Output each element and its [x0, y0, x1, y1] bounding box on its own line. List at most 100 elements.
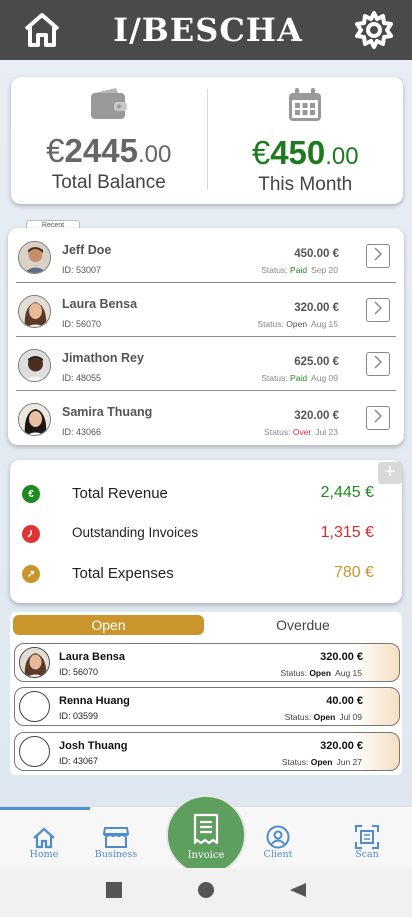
- invoice-tabs-panel: Open Overdue Laura Bensa ID: 56070 320.0…: [10, 612, 402, 775]
- user-circle-icon: [243, 819, 313, 849]
- chevron-right-icon: [373, 408, 383, 428]
- avatar: [18, 241, 51, 274]
- open-detail-button[interactable]: [366, 406, 390, 430]
- open-detail-button[interactable]: [366, 244, 390, 268]
- client-name: Samira Thuang: [62, 405, 153, 419]
- client-name: Renna Huang: [59, 695, 130, 707]
- avatar: [19, 736, 50, 767]
- invoice-amount: 320.00 €: [294, 302, 339, 314]
- client-name: Laura Bensa: [62, 297, 138, 311]
- client-id: ID: 53007: [62, 265, 102, 275]
- client-name: Jeff Doe: [62, 243, 112, 257]
- system-navigation-bar: [0, 868, 412, 917]
- list-item[interactable]: Samira Thuang ID: 43066 320.00 € Status:…: [16, 391, 396, 445]
- summary-row-expenses: ↗ Total Expenses 780 €: [22, 553, 394, 593]
- invoice-status: Status: Open Aug 15: [257, 319, 338, 329]
- total-balance: €2445.00 Total Balance: [11, 77, 207, 204]
- active-indicator: [0, 807, 90, 810]
- open-detail-button[interactable]: [366, 352, 390, 376]
- avatar: [19, 647, 50, 678]
- recents-icon[interactable]: [105, 881, 123, 904]
- scan-icon: [332, 819, 402, 849]
- receipt-icon: [192, 813, 222, 850]
- summary-value: 2,445 €: [320, 484, 374, 501]
- month-amount: €450.00: [251, 134, 359, 171]
- nav-scan-label: Scan: [355, 849, 379, 860]
- calendar-icon: [287, 87, 323, 128]
- home-icon[interactable]: [20, 8, 64, 52]
- chevron-right-icon: [373, 300, 383, 320]
- chevron-right-icon: [373, 246, 383, 266]
- summary-label: Outstanding Invoices: [72, 525, 199, 540]
- invoice-amount: 40.00 €: [326, 695, 363, 707]
- avatar: [18, 403, 51, 436]
- invoice-amount: 625.00 €: [294, 356, 339, 368]
- list-item[interactable]: Renna Huang ID: 03599 40.00 € Status: Op…: [14, 687, 400, 726]
- client-name: Josh Thuang: [59, 740, 128, 752]
- summary-card: + € Total Revenue 2,445 € Outstanding In…: [10, 460, 402, 603]
- invoice-status: Status: Paid Sep 20: [261, 265, 338, 275]
- gear-icon[interactable]: [352, 8, 396, 52]
- invoice-status: Status: Open Jul 09: [284, 712, 362, 722]
- nav-client[interactable]: Client: [243, 819, 313, 860]
- nav-home[interactable]: Home: [9, 819, 79, 860]
- invoice-status: Status: Open Aug 15: [280, 668, 362, 678]
- nav-invoice[interactable]: Invoice: [166, 795, 246, 875]
- summary-value: 1,315 €: [320, 524, 374, 541]
- avatar: [18, 349, 51, 382]
- store-icon: [81, 819, 151, 849]
- client-id: ID: 48055: [62, 373, 102, 383]
- nav-scan[interactable]: Scan: [332, 819, 402, 860]
- invoice-amount: 320.00 €: [320, 651, 363, 663]
- avatar: [18, 295, 51, 328]
- clock-icon: [22, 525, 40, 543]
- invoice-amount: 450.00 €: [294, 248, 339, 260]
- client-id: ID: 03599: [59, 711, 99, 721]
- open-detail-button[interactable]: [366, 298, 390, 322]
- summary-label: Total Expenses: [72, 565, 174, 582]
- wallet-icon: [90, 87, 128, 126]
- total-balance-amount: €2445.00: [46, 132, 172, 169]
- summary-label: Total Revenue: [72, 485, 168, 502]
- app-title: I/BESCHA: [113, 11, 303, 49]
- euro-icon: €: [22, 485, 40, 503]
- back-icon[interactable]: [289, 881, 307, 904]
- client-id: ID: 56070: [62, 319, 102, 329]
- list-item[interactable]: Jimathon Rey ID: 48055 625.00 € Status: …: [16, 337, 396, 391]
- list-item[interactable]: Laura Bensa ID: 56070 320.00 € Status: O…: [16, 283, 396, 337]
- client-name: Laura Bensa: [59, 651, 126, 663]
- chevron-right-icon: [373, 354, 383, 374]
- list-item[interactable]: Laura Bensa ID: 56070 320.00 € Status: O…: [14, 643, 400, 682]
- invoice-amount: 320.00 €: [320, 740, 363, 752]
- balance-card: €2445.00 Total Balance €450.00 This Mont…: [11, 77, 403, 204]
- client-id: ID: 56070: [59, 667, 99, 677]
- home-circle-icon[interactable]: [197, 881, 215, 904]
- summary-value: 780 €: [333, 564, 374, 581]
- invoice-amount: 320.00 €: [294, 410, 339, 422]
- invoice-status: Status: Paid Aug 09: [261, 373, 338, 383]
- app-header: I/BESCHA: [0, 0, 412, 60]
- total-balance-label: Total Balance: [51, 172, 166, 193]
- nav-home-label: Home: [29, 849, 59, 860]
- nav-business[interactable]: Business: [81, 819, 151, 860]
- home-icon: [9, 819, 79, 849]
- tab-open[interactable]: Open: [13, 615, 204, 635]
- nav-invoice-label: Invoice: [187, 850, 225, 861]
- recent-invoices-list: Jeff Doe ID: 53007 450.00 € Status: Paid…: [8, 228, 404, 445]
- tab-overdue[interactable]: Overdue: [206, 615, 400, 635]
- invoice-status: Status: Open Jun 27: [281, 757, 362, 767]
- nav-business-label: Business: [94, 849, 138, 860]
- client-id: ID: 43066: [62, 427, 102, 437]
- avatar: [19, 691, 50, 722]
- client-name: Jimathon Rey: [62, 351, 144, 365]
- invoice-status: Status: Over Jul 23: [264, 427, 338, 437]
- list-item[interactable]: Jeff Doe ID: 53007 450.00 € Status: Paid…: [16, 229, 396, 283]
- this-month: €450.00 This Month: [208, 77, 404, 204]
- month-label: This Month: [258, 174, 353, 195]
- summary-row-outstanding: Outstanding Invoices 1,315 €: [22, 513, 394, 553]
- client-id: ID: 43067: [59, 756, 99, 766]
- list-item[interactable]: Josh Thuang ID: 43067 320.00 € Status: O…: [14, 732, 400, 771]
- summary-row-revenue: € Total Revenue 2,445 €: [22, 473, 394, 513]
- arrow-up-right-icon: ↗: [22, 565, 40, 583]
- nav-client-label: Client: [263, 849, 293, 860]
